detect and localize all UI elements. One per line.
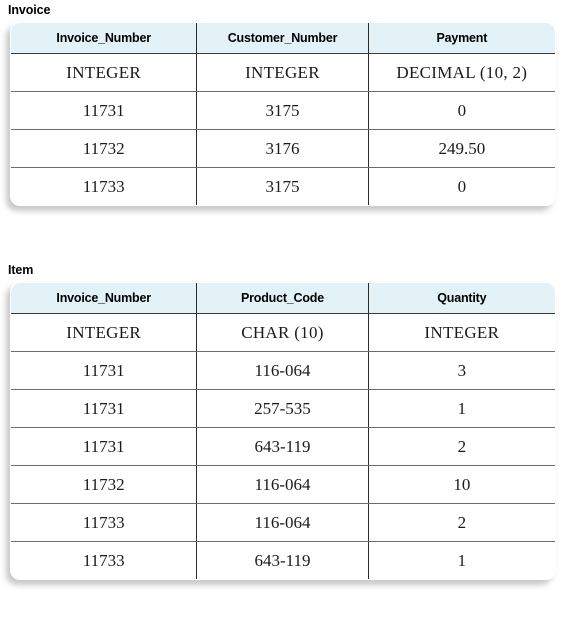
item-table-block: Item Invoice_Number Product_Code Quantit… bbox=[0, 262, 564, 580]
datatype-cell: INTEGER bbox=[11, 313, 198, 352]
table-row: 11732 116-064 10 bbox=[11, 465, 555, 504]
item-datatype-row: INTEGER CHAR (10) INTEGER bbox=[11, 313, 555, 352]
datatype-cell: INTEGER bbox=[196, 53, 369, 92]
table-cell: 11731 bbox=[11, 389, 198, 428]
table-cell: 116-064 bbox=[196, 465, 369, 504]
table-cell: 249.50 bbox=[368, 129, 555, 168]
table-cell: 2 bbox=[368, 503, 555, 542]
column-header-invoice-number: Invoice_Number bbox=[11, 23, 198, 54]
table-cell: 3176 bbox=[196, 129, 369, 168]
item-table: Invoice_Number Product_Code Quantity INT… bbox=[10, 282, 556, 580]
table-row: 11733 3175 0 bbox=[11, 167, 555, 205]
invoice-table-caption: Invoice bbox=[8, 3, 51, 17]
table-cell: 643-119 bbox=[196, 427, 369, 466]
table-cell: 11731 bbox=[11, 351, 198, 390]
table-cell: 1 bbox=[368, 389, 555, 428]
column-header-payment: Payment bbox=[368, 23, 555, 54]
table-cell: 1 bbox=[457, 550, 467, 570]
item-table-head: Invoice_Number Product_Code Quantity bbox=[11, 283, 555, 314]
invoice-table: Invoice_Number Customer_Number Payment I… bbox=[10, 22, 556, 206]
table-cell: 3 bbox=[368, 351, 555, 390]
table-cell: 11732 bbox=[11, 465, 198, 504]
datatype-cell: CHAR (10) bbox=[196, 313, 369, 352]
invoice-table-body: INTEGER INTEGER DECIMAL (10, 2) 11731 31… bbox=[11, 53, 555, 205]
table-cell: 10 bbox=[368, 465, 555, 504]
column-header-customer-number: Customer_Number bbox=[196, 23, 369, 54]
table-cell: 116-064 bbox=[196, 503, 369, 542]
table-cell: 643-119 bbox=[196, 541, 369, 579]
table-cell: 116-064 bbox=[196, 351, 369, 390]
table-cell: 3175 bbox=[196, 91, 369, 130]
invoice-datatype-row: INTEGER INTEGER DECIMAL (10, 2) bbox=[11, 53, 555, 92]
table-cell: 3175 bbox=[196, 167, 369, 205]
table-cell: 11733 bbox=[11, 541, 198, 579]
invoice-table-card: Invoice_Number Customer_Number Payment I… bbox=[10, 22, 556, 206]
table-cell: 2 bbox=[368, 427, 555, 466]
table-cell: 257-535 bbox=[196, 389, 369, 428]
invoice-table-block: Invoice Invoice_Number Customer_Number P… bbox=[0, 2, 564, 206]
item-header-row: Invoice_Number Product_Code Quantity bbox=[11, 283, 555, 314]
table-row: 11731 257-535 1 bbox=[11, 389, 555, 428]
table-cell: 11733 bbox=[11, 167, 198, 205]
invoice-header-row: Invoice_Number Customer_Number Payment bbox=[11, 23, 555, 54]
table-row: 11731 643-119 2 bbox=[11, 427, 555, 466]
table-cell: 11733 bbox=[11, 503, 198, 542]
diagram-canvas: Invoice Invoice_Number Customer_Number P… bbox=[0, 0, 564, 635]
datatype-cell: INTEGER bbox=[368, 313, 555, 352]
table-row: 11733 643-119 1 bbox=[11, 541, 555, 579]
table-cell: 0 bbox=[368, 91, 555, 130]
datatype-cell: INTEGER bbox=[11, 53, 198, 92]
datatype-cell: DECIMAL (10, 2) bbox=[368, 53, 555, 92]
table-cell: 0 bbox=[457, 176, 467, 196]
table-row: 11731 3175 0 bbox=[11, 91, 555, 130]
table-row: 11733 116-064 2 bbox=[11, 503, 555, 542]
item-table-caption: Item bbox=[8, 263, 34, 277]
column-header-quantity: Quantity bbox=[368, 283, 555, 314]
invoice-table-head: Invoice_Number Customer_Number Payment bbox=[11, 23, 555, 54]
table-row: 11731 116-064 3 bbox=[11, 351, 555, 390]
item-table-card: Invoice_Number Product_Code Quantity INT… bbox=[10, 282, 556, 580]
column-header-invoice-number: Invoice_Number bbox=[11, 283, 198, 314]
table-cell: 11732 bbox=[11, 129, 198, 168]
table-row: 11732 3176 249.50 bbox=[11, 129, 555, 168]
column-header-product-code: Product_Code bbox=[196, 283, 369, 314]
item-table-body: INTEGER CHAR (10) INTEGER 11731 116-064 … bbox=[11, 313, 555, 579]
table-cell: 11731 bbox=[11, 427, 198, 466]
table-cell: 11731 bbox=[11, 91, 198, 130]
